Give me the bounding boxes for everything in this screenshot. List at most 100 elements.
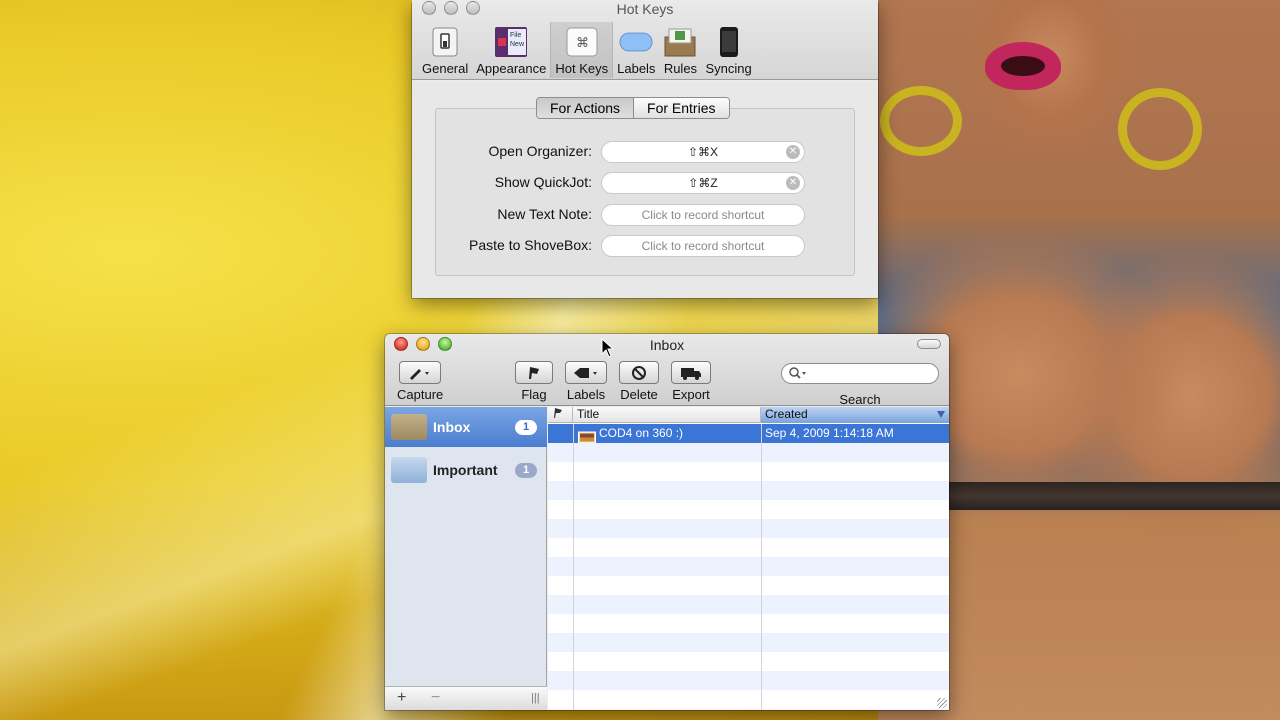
wallpaper-photo-detail: [940, 482, 1280, 510]
empty-table-row: [548, 519, 949, 538]
shortcut-recorder[interactable]: ⇧⌘Z ✕: [601, 172, 805, 194]
empty-table-row: [548, 633, 949, 652]
shortcut-label: New Text Note:: [497, 206, 592, 222]
window-title: Inbox: [649, 337, 685, 353]
count-badge: 1: [515, 462, 537, 478]
empty-table-row: [548, 690, 949, 709]
clear-shortcut-icon[interactable]: ✕: [786, 176, 800, 190]
source-list-bottom-bar: + − |||: [385, 686, 547, 710]
shortcut-placeholder: Click to record shortcut: [641, 239, 765, 253]
segment-for-entries[interactable]: For Entries: [634, 98, 729, 118]
empty-table-row: [548, 709, 949, 710]
empty-table-row: [548, 671, 949, 690]
column-divider: [573, 424, 574, 710]
delete-button[interactable]: Delete: [619, 361, 659, 402]
tab-labels[interactable]: Labels: [613, 22, 659, 78]
segmented-control: For Actions For Entries: [536, 97, 730, 119]
empty-table-row: [548, 652, 949, 671]
shortcut-label: Show QuickJot:: [494, 174, 592, 190]
tab-label: Appearance: [476, 61, 547, 76]
entry-created: Sep 4, 2009 1:14:18 AM: [765, 426, 894, 440]
tab-appearance[interactable]: File New Appearance: [472, 22, 550, 78]
preferences-toolbar: General File New Appearance ⌘ Hot Keys La…: [418, 22, 756, 78]
empty-table-row: [548, 481, 949, 500]
shortcut-group: Open Organizer: ⇧⌘X ✕ Show QuickJot: ⇧⌘Z…: [435, 108, 855, 276]
window-resize-grip[interactable]: [937, 698, 947, 708]
shortcut-value: ⇧⌘Z: [688, 176, 718, 190]
window-titlebar: Hot Keys General File New Appearance ⌘ Ho…: [412, 0, 878, 80]
button-label: Flag: [521, 387, 547, 402]
empty-table-row: [548, 557, 949, 576]
appearance-icon-text: New: [510, 41, 525, 48]
tab-label: Labels: [617, 61, 656, 76]
tab-label: Syncing: [705, 61, 752, 76]
flag-icon: [529, 366, 539, 379]
column-header-title[interactable]: Title: [573, 407, 761, 423]
entry-title: COD4 on 360 :): [599, 426, 684, 440]
count-badge: 1: [515, 419, 537, 435]
wallpaper-photo-detail: [985, 42, 1061, 90]
table-header: Title Created: [548, 407, 949, 423]
toolbar-toggle-button[interactable]: [917, 339, 941, 349]
shortcut-row: Show QuickJot: ⇧⌘Z ✕: [436, 172, 856, 194]
empty-table-row: [548, 462, 949, 481]
table-row[interactable]: COD4 on 360 :) Sep 4, 2009 1:14:18 AM: [548, 424, 949, 444]
remove-button[interactable]: −: [431, 689, 440, 707]
wallpaper-photo-detail: [1118, 88, 1202, 170]
segment-for-actions[interactable]: For Actions: [537, 98, 635, 118]
mouse-cursor-icon: [601, 338, 615, 358]
search-input[interactable]: [781, 363, 939, 384]
shortcut-label: Paste to ShoveBox:: [469, 237, 592, 253]
labels-button[interactable]: Labels: [565, 361, 607, 402]
column-header-flag[interactable]: [548, 407, 573, 423]
flag-icon: [554, 408, 562, 418]
empty-table-row: [548, 576, 949, 595]
tab-label: Rules: [663, 61, 698, 76]
inbox-window: Inbox Capture Flag Labels Delete Export …: [385, 334, 949, 710]
shortcut-row: Open Organizer: ⇧⌘X ✕: [436, 141, 856, 163]
hotkeys-preferences-window: Hot Keys General File New Appearance ⌘ Ho…: [412, 0, 878, 298]
tab-hot-keys[interactable]: ⌘ Hot Keys: [550, 22, 614, 78]
flag-button[interactable]: Flag: [515, 361, 553, 402]
shortcut-recorder[interactable]: ⇧⌘X ✕: [601, 141, 805, 163]
shortcut-value: ⇧⌘X: [687, 145, 719, 159]
appearance-icon: File New: [494, 26, 528, 58]
wallpaper-photo-detail: [880, 86, 962, 156]
tab-label: Hot Keys: [555, 61, 609, 76]
add-button[interactable]: +: [397, 689, 406, 707]
shortcut-recorder[interactable]: Click to record shortcut: [601, 204, 805, 226]
phone-icon: [712, 26, 746, 58]
source-name: Important: [433, 462, 498, 478]
entries-table: Title Created COD4 on 360 :) Sep 4, 2009…: [548, 407, 949, 710]
search-label: Search: [839, 392, 881, 407]
switch-icon: [428, 26, 462, 58]
hotkeys-panel: For Actions For Entries Open Organizer: …: [412, 81, 878, 298]
column-divider: [761, 424, 762, 710]
export-button[interactable]: Export: [671, 361, 711, 402]
empty-table-row: [548, 595, 949, 614]
tab-syncing[interactable]: Syncing: [701, 22, 755, 78]
clear-shortcut-icon[interactable]: ✕: [786, 145, 800, 159]
source-item-important[interactable]: Important 1: [385, 450, 547, 490]
label-pill-icon: [619, 26, 653, 58]
column-header-created[interactable]: Created: [761, 407, 949, 423]
shortcut-recorder[interactable]: Click to record shortcut: [601, 235, 805, 257]
capture-button[interactable]: Capture: [397, 361, 443, 402]
search-control: Search: [781, 363, 939, 407]
shortcut-label: Open Organizer:: [488, 143, 593, 159]
window-title: Hot Keys: [616, 1, 674, 17]
sort-descending-icon: [937, 411, 945, 418]
source-item-inbox[interactable]: Inbox 1: [385, 407, 547, 447]
pen-icon: [410, 368, 430, 380]
split-resize-handle[interactable]: |||: [531, 692, 540, 704]
source-list: Inbox 1 Important 1 + − |||: [385, 407, 547, 710]
search-icon: [789, 367, 806, 379]
tab-rules[interactable]: Rules: [659, 22, 701, 78]
svg-text:⌘: ⌘: [576, 36, 589, 51]
tab-general[interactable]: General: [418, 22, 472, 78]
tab-label: General: [422, 61, 469, 76]
empty-table-row: [548, 614, 949, 633]
shortcut-placeholder: Click to record shortcut: [641, 208, 765, 222]
button-label: Labels: [566, 387, 606, 402]
inbox-tray-icon: [391, 414, 427, 440]
